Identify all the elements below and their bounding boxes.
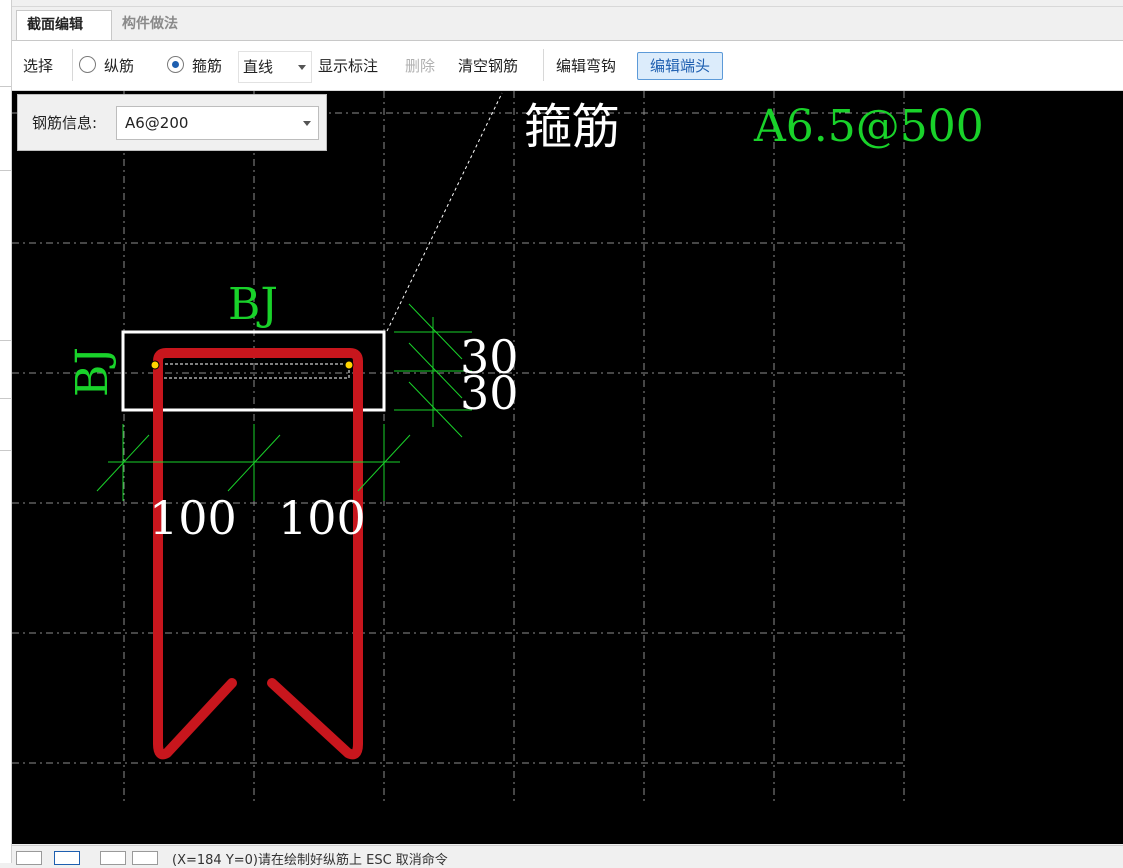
show-annotation-button[interactable]: 显示标注 <box>318 54 378 78</box>
line-type-dropdown[interactable]: 直线 <box>238 51 312 83</box>
rebar-info-select[interactable]: A6@200 <box>116 106 319 140</box>
edit-hook-button[interactable]: 编辑弯钩 <box>556 54 616 78</box>
dimension-30-bottom: 30 <box>460 366 519 420</box>
rebar-info-panel: 钢筋信息: A6@200 <box>17 94 327 151</box>
stirrup-title: 箍筋 <box>524 99 620 155</box>
stirrup-spec: A6.5@500 <box>753 101 984 152</box>
section-toolbar: 选择 纵筋 箍筋 直线 显示标注 删除 清空钢筋 编辑弯钩 编辑端头 <box>12 41 1123 91</box>
rebar-point <box>150 360 160 370</box>
leader-line <box>386 92 503 332</box>
tab-component-method[interactable]: 构件做法 <box>112 10 188 39</box>
rebar-point <box>344 360 354 370</box>
longitudinal-label[interactable]: 纵筋 <box>104 54 134 78</box>
edit-end-button[interactable]: 编辑端头 <box>637 52 723 80</box>
status-text: (X=184 Y=0)请在绘制好纵筋上 ESC 取消命令 <box>172 853 448 868</box>
delete-button[interactable]: 删除 <box>405 54 435 78</box>
stirrup-radio[interactable] <box>167 56 184 73</box>
stirrup-bar <box>153 348 363 760</box>
toolbar-separator <box>543 49 544 81</box>
longitudinal-radio[interactable] <box>79 56 96 73</box>
tab-section-edit[interactable]: 截面编辑 <box>16 10 112 40</box>
left-panel-strip <box>0 0 12 863</box>
status-bar: (X=184 Y=0)请在绘制好纵筋上 ESC 取消命令 <box>12 845 1123 868</box>
bottom-dimension <box>96 424 411 501</box>
tab-bar: 截面编辑 构件做法 <box>12 7 1123 41</box>
top-label: BJ <box>228 279 278 330</box>
grid <box>12 91 905 801</box>
side-label: BJ <box>67 347 118 397</box>
dimension-100-right: 100 <box>278 491 366 545</box>
toolbar-separator <box>72 49 73 81</box>
stirrup-label[interactable]: 箍筋 <box>192 54 222 78</box>
drawing-canvas[interactable]: 箍筋 A6.5@500 BJ BJ 30 30 100 100 钢筋信息: A6… <box>12 91 1123 844</box>
clear-rebar-button[interactable]: 清空钢筋 <box>458 54 518 78</box>
rebar-line-dashed <box>154 363 350 379</box>
dimension-100-left: 100 <box>149 491 237 545</box>
window-top-edge <box>12 0 1123 7</box>
chevron-down-icon <box>298 65 306 70</box>
section-drawing: 箍筋 A6.5@500 BJ BJ 30 30 100 100 <box>12 91 984 801</box>
chevron-down-icon <box>303 121 311 126</box>
line-type-value: 直线 <box>243 58 274 76</box>
rebar-info-value: A6@200 <box>125 114 189 132</box>
select-button[interactable]: 选择 <box>23 54 53 78</box>
rebar-info-label: 钢筋信息: <box>32 114 98 132</box>
